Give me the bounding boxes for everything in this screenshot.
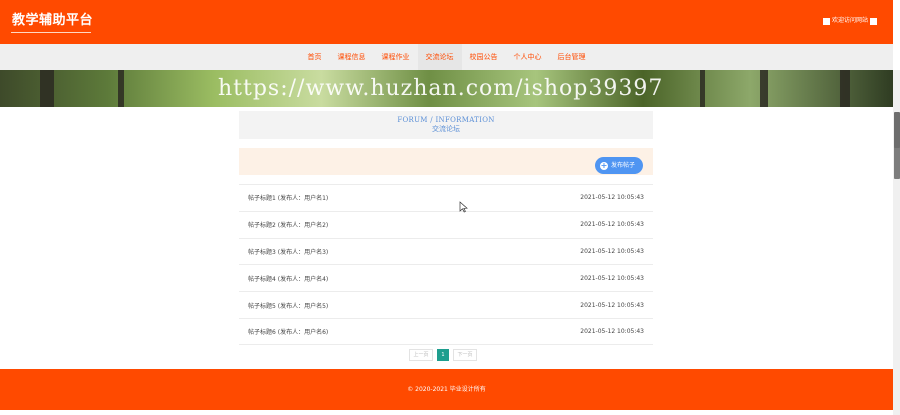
square-icon (870, 17, 877, 25)
post-time: 2021-05-12 10:05:43 (580, 274, 644, 282)
scrollbar-thumb[interactable] (894, 112, 900, 148)
post-title[interactable]: 帖子标题5 (发布人：用户名5) (248, 301, 328, 310)
action-bar: + 发布帖子 (239, 148, 653, 175)
page-footer: © 2020-2021 毕业设计所有 (0, 369, 893, 410)
post-list: 帖子标题1 (发布人：用户名1) 2021-05-12 10:05:43 帖子标… (239, 184, 653, 345)
banner-watermark: https://www.huzhan.com/ishop39397 (218, 76, 664, 101)
list-item[interactable]: 帖子标题1 (发布人：用户名1) 2021-05-12 10:05:43 (239, 184, 653, 211)
plus-icon: + (599, 160, 608, 170)
banner-tree-trunk (40, 70, 54, 107)
list-item[interactable]: 帖子标题3 (发布人：用户名3) 2021-05-12 10:05:43 (239, 237, 653, 265)
main-nav-bar: 首页 课程信息 课程作业 交流论坛 校园公告 个人中心 后台管理 (0, 44, 893, 70)
welcome-area: 欢迎访问网站 (822, 17, 877, 25)
post-time: 2021-05-12 10:05:43 (580, 247, 644, 255)
new-post-label: 发布帖子 (610, 162, 635, 169)
copyright-text: © 2020-2021 毕业设计所有 (407, 386, 486, 393)
prev-page-button[interactable]: 上一页 (409, 349, 433, 361)
nav-item-home[interactable]: 首页 (300, 44, 330, 70)
post-title[interactable]: 帖子标题4 (发布人：用户名4) (248, 274, 328, 283)
nav-item-forum[interactable]: 交流论坛 (417, 44, 462, 70)
section-title-en: FORUM / INFORMATION (397, 116, 495, 124)
nav-item-notices[interactable]: 校园公告 (462, 44, 506, 70)
square-icon (822, 17, 830, 25)
post-title[interactable]: 帖子标题3 (发布人：用户名3) (248, 247, 328, 256)
list-item[interactable]: 帖子标题6 (发布人：用户名6) 2021-05-12 10:05:43 (239, 317, 653, 345)
mouse-cursor-icon (459, 201, 468, 213)
section-header: FORUM / INFORMATION 交流论坛 (239, 111, 653, 139)
hero-banner: https://www.huzhan.com/ishop39397 (0, 70, 893, 107)
post-time: 2021-05-12 10:05:43 (580, 327, 644, 335)
nav-item-courses[interactable]: 课程信息 (330, 44, 374, 70)
list-item[interactable]: 帖子标题2 (发布人：用户名2) 2021-05-12 10:05:43 (239, 210, 653, 238)
nav-item-admin[interactable]: 后台管理 (550, 44, 594, 70)
pagination: 上一页 1 下一页 (409, 349, 477, 361)
banner-tree-trunk (118, 70, 124, 107)
list-item[interactable]: 帖子标题5 (发布人：用户名5) 2021-05-12 10:05:43 (239, 291, 653, 318)
welcome-text: 欢迎访问网站 (831, 17, 868, 24)
top-header: 教学辅助平台 欢迎访问网站 (0, 0, 893, 44)
logo-underline (11, 32, 91, 33)
page-1-button[interactable]: 1 (437, 349, 449, 361)
banner-tree-trunk (840, 70, 850, 107)
list-item[interactable]: 帖子标题4 (发布人：用户名4) 2021-05-12 10:05:43 (239, 264, 653, 291)
banner-tree-trunk (700, 70, 705, 107)
post-title[interactable]: 帖子标题6 (发布人：用户名6) (248, 327, 328, 336)
next-page-button[interactable]: 下一页 (453, 349, 477, 361)
nav-item-profile[interactable]: 个人中心 (506, 44, 550, 70)
post-time: 2021-05-12 10:05:43 (580, 194, 644, 202)
post-title[interactable]: 帖子标题1 (发布人：用户名1) (248, 193, 328, 202)
section-title-cn: 交流论坛 (432, 125, 460, 133)
banner-tree-trunk (760, 70, 768, 107)
main-nav: 首页 课程信息 课程作业 交流论坛 校园公告 个人中心 后台管理 (0, 44, 893, 70)
site-logo-text[interactable]: 教学辅助平台 (12, 13, 93, 29)
nav-item-homework[interactable]: 课程作业 (374, 44, 418, 70)
post-title[interactable]: 帖子标题2 (发布人：用户名2) (248, 220, 328, 229)
post-time: 2021-05-12 10:05:43 (580, 221, 644, 229)
new-post-button[interactable]: + 发布帖子 (594, 157, 643, 174)
post-time: 2021-05-12 10:05:43 (580, 301, 644, 309)
